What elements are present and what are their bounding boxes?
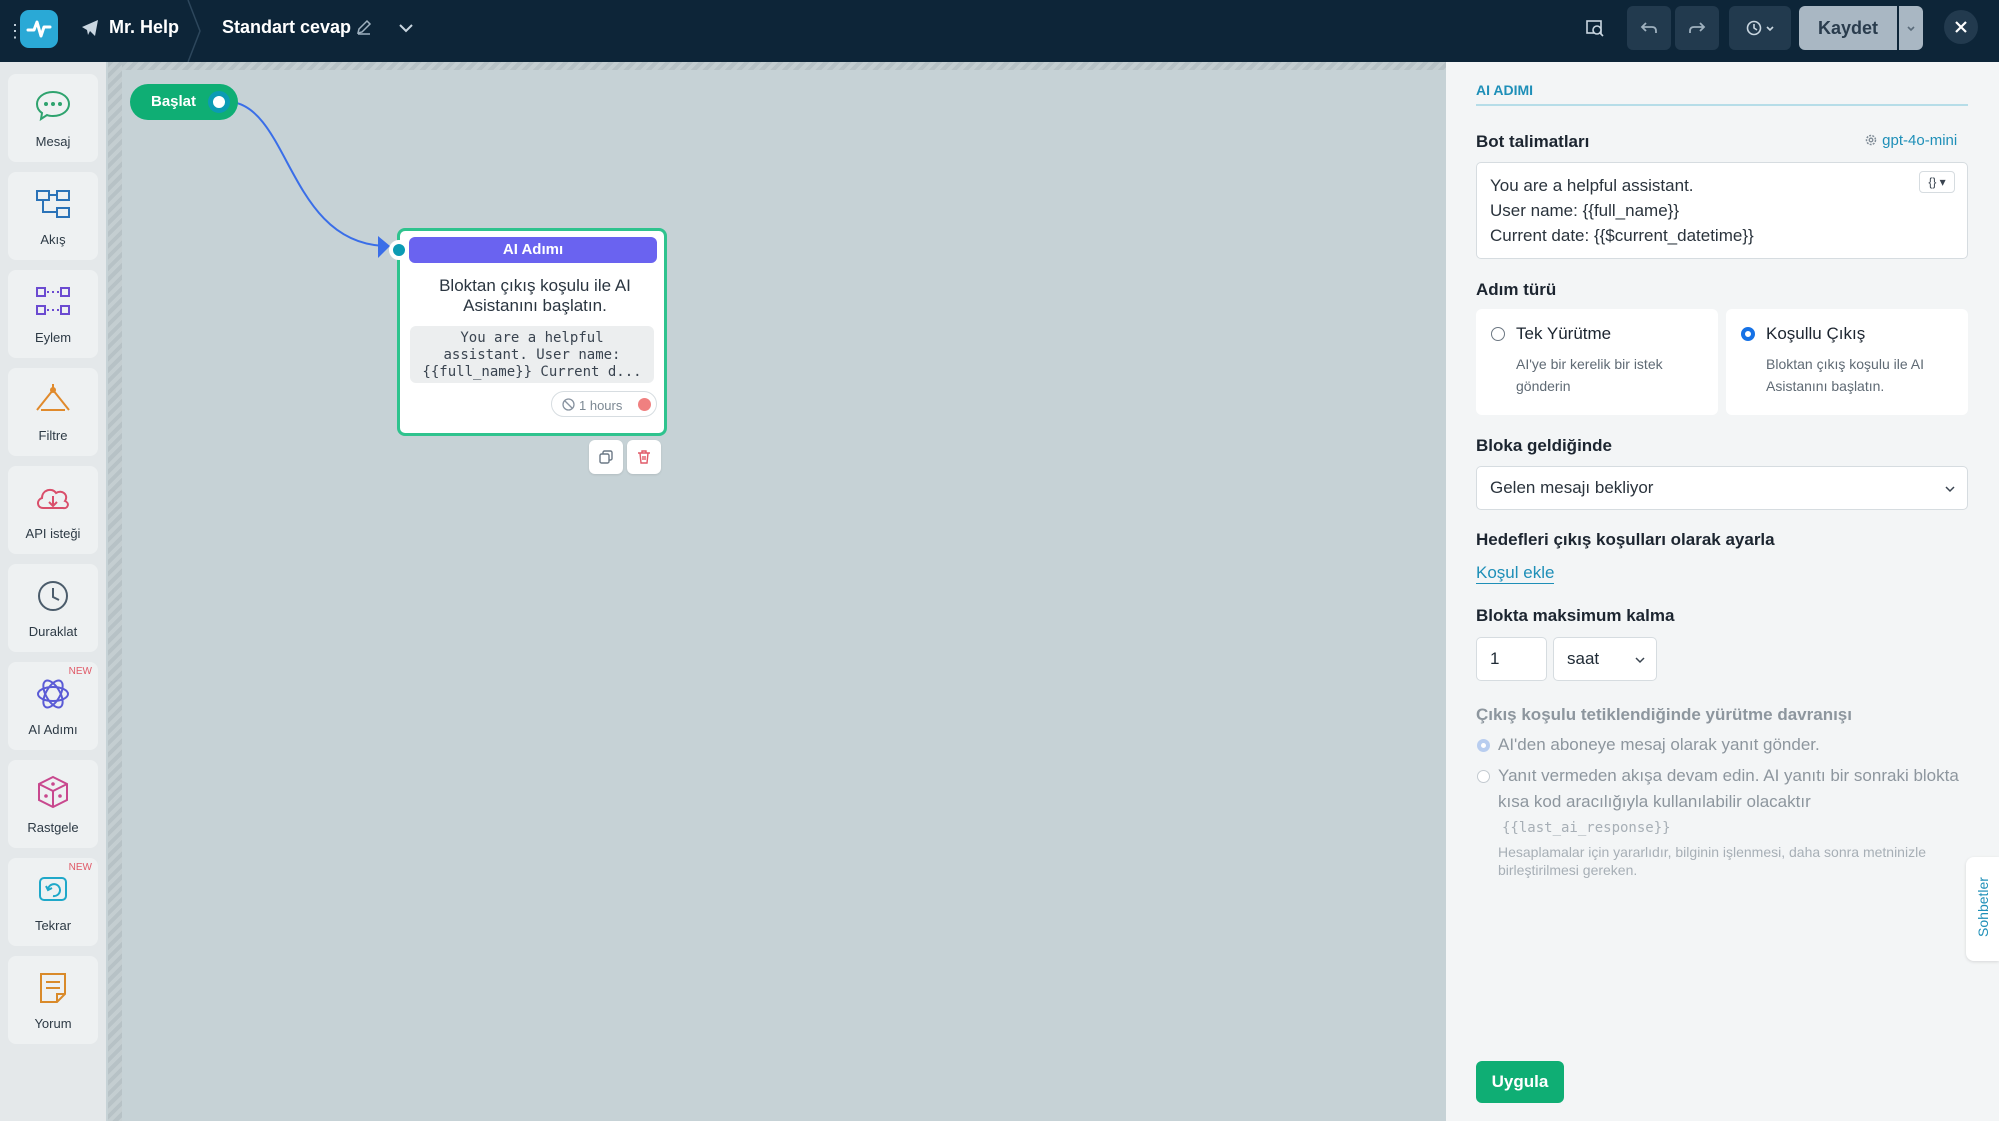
max-stay-unit-select[interactable]: saat (1553, 637, 1657, 681)
instructions-line: Current date: {{$current_datetime}} (1490, 226, 1754, 245)
panel-tab-underline (1476, 104, 1968, 106)
ai-node-description: Bloktan çıkış koşulu ile AI Asistanını b… (439, 276, 631, 315)
ai-step-settings-panel: AI ADIMI Bot talimatları gpt-4o-mini You… (1446, 62, 1999, 1121)
chats-tab-label: Sohbetler (1975, 877, 1991, 937)
apply-button[interactable]: Uygula (1476, 1061, 1564, 1103)
start-node[interactable]: Başlat (130, 84, 238, 120)
instructions-line: User name: {{full_name}} (1490, 201, 1680, 220)
behavior-option2-label: Yanıt vermeden akışa devam edin. AI yanı… (1498, 766, 1959, 811)
behavior-option1-label: AI'den aboneye mesaj olarak yanıt gönder… (1498, 735, 1820, 754)
undo-button[interactable] (1627, 6, 1671, 50)
redo-icon (1689, 22, 1706, 33)
single-radio[interactable] (1491, 327, 1505, 341)
max-stay-heading: Blokta maksimum kalma (1476, 606, 1675, 625)
connection-line (231, 101, 390, 258)
behavior-shortcode: {{last_ai_response}} (1502, 820, 1671, 836)
max-stay-unit: saat (1567, 649, 1600, 668)
behavior-note: Hesaplamalar için yararlıdır, bilginin i… (1498, 844, 1926, 878)
no-timer-icon (562, 398, 575, 411)
step-type-single-option[interactable]: Tek Yürütme AI'ye bir kerelik bir istek … (1476, 309, 1718, 415)
on-arrival-select[interactable]: Gelen mesajı bekliyor (1476, 466, 1968, 510)
single-subtitle: AI'ye bir kerelik bir istek gönderin (1516, 356, 1663, 394)
ai-node-header: AI Adımı (409, 237, 657, 263)
behavior-heading: Çıkış koşulu tetiklendiğinde yürütme dav… (1476, 705, 1852, 724)
variable-icon: {} (1928, 175, 1937, 189)
close-icon (1955, 21, 1967, 33)
gear-icon (1865, 134, 1877, 146)
step-type-heading: Adım türü (1476, 280, 1557, 299)
insert-variable-button[interactable]: {} ▾ (1919, 171, 1955, 193)
conditional-title: Koşullu Çıkış (1766, 324, 1866, 343)
preview-button[interactable] (1578, 6, 1612, 50)
start-output-port[interactable] (208, 91, 230, 113)
duplicate-node-button[interactable] (589, 440, 623, 474)
ai-node-output-port[interactable] (638, 398, 651, 411)
save-button[interactable]: Kaydet (1799, 6, 1897, 50)
trash-icon (638, 450, 650, 464)
chevron-down-icon (1945, 486, 1955, 493)
single-title: Tek Yürütme (1516, 324, 1612, 343)
chevron-down-icon (1907, 26, 1915, 32)
undo-icon (1640, 22, 1657, 33)
redo-button[interactable] (1675, 6, 1719, 50)
ai-step-node[interactable]: AI Adımı Bloktan çıkış koşulu ile AI Asi… (389, 228, 667, 436)
close-button[interactable] (1944, 10, 1978, 44)
targets-heading: Hedefleri çıkış koşulları olarak ayarla (1476, 530, 1775, 549)
instructions-line: You are a helpful assistant. (1490, 176, 1694, 195)
model-selector[interactable]: gpt-4o-mini (1864, 132, 1957, 149)
ai-node-input-port[interactable] (389, 240, 409, 260)
bot-instructions-input[interactable]: You are a helpful assistant. User name: … (1476, 162, 1968, 259)
add-condition-link[interactable]: Koşul ekle (1476, 563, 1555, 584)
ai-node-timeout: 1 hours (551, 391, 657, 417)
on-arrival-heading: Bloka geldiğinde (1476, 436, 1613, 455)
bot-instructions-heading: Bot talimatları (1476, 132, 1590, 151)
conditional-radio[interactable] (1741, 327, 1755, 341)
ai-node-timeout-text: 1 hours (579, 398, 623, 413)
on-arrival-value: Gelen mesajı bekliyor (1490, 478, 1654, 497)
ai-node-prompt-preview: You are a helpful assistant. User name: … (410, 326, 654, 383)
delete-node-button[interactable] (627, 440, 661, 474)
behavior-option1-radio[interactable] (1477, 739, 1490, 752)
history-button[interactable] (1729, 6, 1791, 50)
chevron-down-icon (1635, 657, 1645, 664)
preview-icon (1586, 20, 1604, 37)
copy-icon (599, 450, 613, 464)
step-type-conditional-option[interactable]: Koşullu Çıkış Bloktan çıkış koşulu ile A… (1726, 309, 1968, 415)
model-name: gpt-4o-mini (1882, 132, 1958, 149)
panel-tab-ai-step[interactable]: AI ADIMI (1476, 82, 1533, 98)
save-options-button[interactable] (1899, 6, 1923, 50)
start-node-label: Başlat (151, 93, 197, 110)
max-stay-value-input[interactable]: 1 (1476, 637, 1547, 681)
chats-tab[interactable]: Sohbetler (1966, 857, 1999, 961)
history-icon (1746, 20, 1774, 36)
conditional-subtitle: Bloktan çıkış koşulu ile AI Asistanını b… (1766, 356, 1924, 394)
behavior-option2-radio[interactable] (1477, 770, 1490, 783)
